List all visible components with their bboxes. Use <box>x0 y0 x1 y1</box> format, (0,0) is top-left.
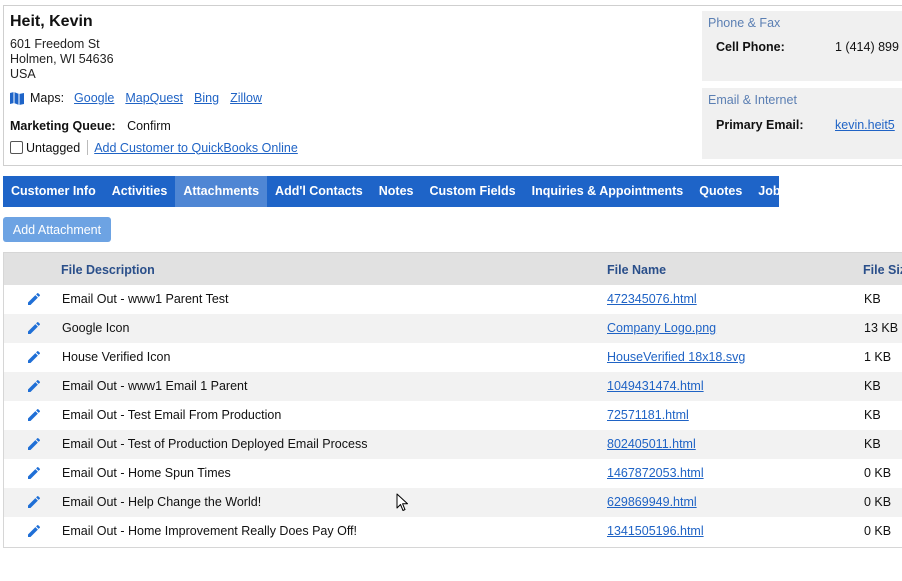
pencil-icon[interactable] <box>26 291 42 307</box>
map-link-google[interactable]: Google <box>74 91 114 105</box>
tab-attachments[interactable]: Attachments <box>175 176 268 207</box>
divider <box>87 140 89 155</box>
header-file-description[interactable]: File Description <box>61 263 155 277</box>
file-description: Email Out - Help Change the World! <box>62 495 262 509</box>
file-size: KB <box>864 408 881 422</box>
pencil-icon[interactable] <box>26 349 42 365</box>
tab-addl-contacts[interactable]: Add'l Contacts <box>267 176 371 207</box>
file-description: Email Out - Home Improvement Really Does… <box>62 524 358 538</box>
pencil-icon[interactable] <box>26 523 42 539</box>
address-line-2: Holmen, WI 54636 <box>10 52 114 66</box>
file-name-link[interactable]: 72571181.html <box>607 408 689 422</box>
tab-jobs[interactable]: Jobs <box>750 176 795 207</box>
tab-custom-fields[interactable]: Custom Fields <box>421 176 523 207</box>
primary-email-label: Primary Email: <box>716 118 804 132</box>
file-description: House Verified Icon <box>62 350 171 364</box>
header-file-size[interactable]: File Size <box>863 263 902 277</box>
pencil-icon[interactable] <box>26 494 42 510</box>
pencil-icon[interactable] <box>26 436 42 452</box>
pencil-icon[interactable] <box>26 465 42 481</box>
table-row: Google Icon Company Logo.png 13 KB <box>4 314 902 343</box>
tab-inquiries-appointments[interactable]: Inquiries & Appointments <box>524 176 692 207</box>
add-to-quickbooks-link[interactable]: Add Customer to QuickBooks Online <box>94 141 298 155</box>
tab-notes[interactable]: Notes <box>371 176 422 207</box>
file-size: 0 KB <box>864 466 892 480</box>
cell-phone-label: Cell Phone: <box>716 40 785 54</box>
file-name-link[interactable]: 802405011.html <box>607 437 696 451</box>
tab-quotes[interactable]: Quotes <box>691 176 750 207</box>
mouse-pointer-icon <box>396 493 408 511</box>
address-line-3: USA <box>10 67 36 81</box>
file-size: KB <box>864 437 881 451</box>
table-header: File Description File Name File Size <box>4 253 902 285</box>
table-row: Email Out - Home Spun Times 1467872053.h… <box>4 459 902 488</box>
email-internet-panel: Email & Internet Primary Email: kevin.he… <box>702 88 902 159</box>
tab-customer-info[interactable]: Customer Info <box>3 176 104 207</box>
file-name-link[interactable]: 1049431474.html <box>607 379 704 393</box>
email-internet-title: Email & Internet <box>708 93 797 107</box>
table-row: Email Out - Test Email From Production 7… <box>4 401 902 430</box>
table-row: Email Out - www1 Parent Test 472345076.h… <box>4 285 902 314</box>
tab-activities[interactable]: Activities <box>104 176 176 207</box>
map-icon <box>10 91 24 105</box>
file-description: Email Out - Test Email From Production <box>62 408 282 422</box>
file-name-link[interactable]: 472345076.html <box>607 292 697 306</box>
file-name-link[interactable]: Company Logo.png <box>607 321 716 335</box>
file-name-link[interactable]: HouseVerified 18x18.svg <box>607 350 745 364</box>
marketing-queue: Marketing Queue: Confirm <box>10 119 171 133</box>
file-size: 0 KB <box>864 495 892 509</box>
file-description: Email Out - Test of Production Deployed … <box>62 437 368 451</box>
map-link-bing[interactable]: Bing <box>194 91 219 105</box>
cell-phone-value: 1 (414) 899 <box>835 40 899 54</box>
file-name-link[interactable]: 1341505196.html <box>607 524 704 538</box>
tab-bar: Customer Info Activities Attachments Add… <box>3 176 787 207</box>
phone-fax-title: Phone & Fax <box>708 16 781 30</box>
marketing-queue-label: Marketing Queue: <box>10 119 116 133</box>
file-name-link[interactable]: 629869949.html <box>607 495 697 509</box>
attachments-table: File Description File Name File Size Ema… <box>3 252 902 548</box>
map-link-zillow[interactable]: Zillow <box>230 91 262 105</box>
file-description: Google Icon <box>62 321 130 335</box>
file-size: 13 KB <box>864 321 899 335</box>
file-size: 1 KB <box>864 350 892 364</box>
file-size: KB <box>864 292 881 306</box>
file-size: 0 KB <box>864 524 892 538</box>
add-attachment-button[interactable]: Add Attachment <box>3 217 111 242</box>
maps-row: Maps: Google MapQuest Bing Zillow <box>10 91 273 105</box>
file-description: Email Out - www1 Email 1 Parent <box>62 379 248 393</box>
file-name-link[interactable]: 1467872053.html <box>607 466 704 480</box>
primary-email-link[interactable]: kevin.heit5 <box>835 118 895 132</box>
customer-name: Heit, Kevin <box>10 13 93 30</box>
tag-row: Untagged Add Customer to QuickBooks Onli… <box>10 140 298 155</box>
pencil-icon[interactable] <box>26 378 42 394</box>
marketing-queue-value: Confirm <box>127 119 171 133</box>
untagged-label: Untagged <box>26 140 81 155</box>
phone-fax-panel: Phone & Fax Cell Phone: 1 (414) 899 <box>702 11 902 81</box>
file-size: KB <box>864 379 881 393</box>
map-link-mapquest[interactable]: MapQuest <box>125 91 183 105</box>
table-row: House Verified Icon HouseVerified 18x18.… <box>4 343 902 372</box>
pencil-icon[interactable] <box>26 320 42 336</box>
table-row: Email Out - Home Improvement Really Does… <box>4 517 902 546</box>
untagged-checkbox[interactable] <box>10 141 23 154</box>
pencil-icon[interactable] <box>26 407 42 423</box>
address-line-1: 601 Freedom St <box>10 37 100 51</box>
header-file-name[interactable]: File Name <box>607 263 666 277</box>
table-row: Email Out - Test of Production Deployed … <box>4 430 902 459</box>
maps-label: Maps: <box>30 91 65 105</box>
file-description: Email Out - www1 Parent Test <box>62 292 229 306</box>
file-description: Email Out - Home Spun Times <box>62 466 231 480</box>
table-row: Email Out - Help Change the World! 62986… <box>4 488 902 517</box>
table-row: Email Out - www1 Email 1 Parent 10494314… <box>4 372 902 401</box>
